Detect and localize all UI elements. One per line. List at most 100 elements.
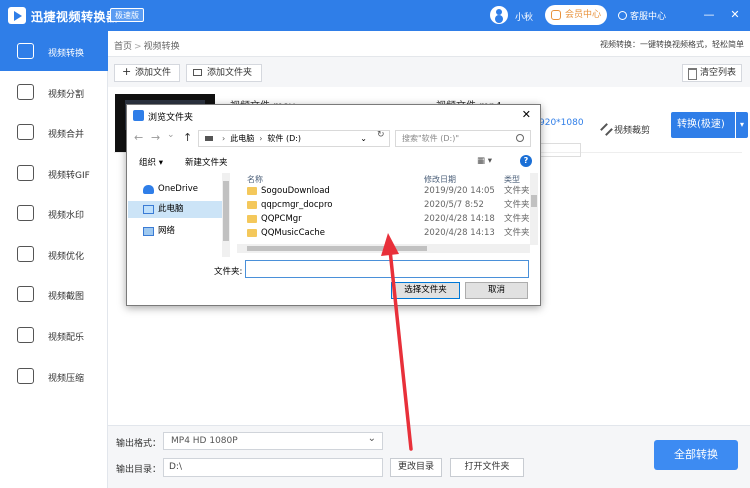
breadcrumb-separator: > xyxy=(134,42,142,52)
command-bar: 组织 ▾ 新建文件夹 ▦ ▾ ? xyxy=(127,151,540,173)
folder-date: 2020/5/7 8:52 xyxy=(424,200,484,210)
vip-center-button[interactable]: 会员中心 xyxy=(545,5,607,25)
onedrive-icon xyxy=(143,185,154,194)
minimize-button[interactable]: — xyxy=(702,8,716,22)
convert-button[interactable]: 转换(极速) xyxy=(671,112,735,138)
dialog-search-input[interactable]: 搜索"软件 (D:)" xyxy=(395,130,531,147)
output-dir-input[interactable]: D:\ xyxy=(163,458,383,477)
sidebar-item-video-optimize[interactable]: 视频优化 xyxy=(0,234,108,274)
add-file-label: 添加文件 xyxy=(135,68,172,78)
back-arrow-icon[interactable]: ← xyxy=(134,131,143,144)
organize-menu[interactable]: 组织 ▾ xyxy=(139,156,163,168)
folder-icon xyxy=(247,201,257,209)
address-bar[interactable]: › 此电脑 › 软件 (D:) ⌄ xyxy=(198,130,390,147)
new-folder-button[interactable]: 新建文件夹 xyxy=(185,156,228,168)
edition-badge: 极速版 xyxy=(110,8,144,22)
sidebar-item-video-watermark[interactable]: 视频水印 xyxy=(0,193,108,233)
video-convert-icon xyxy=(17,43,34,59)
list-item[interactable]: QQMusicCache 2020/4/28 14:13 文件夹 xyxy=(237,226,530,240)
list-item[interactable]: SogouDownload 2019/9/20 14:05 文件夹 xyxy=(237,184,530,198)
breadcrumb-current: 视频转换 xyxy=(143,42,180,52)
add-file-button[interactable]: + 添加文件 xyxy=(114,64,180,82)
user-avatar-icon[interactable] xyxy=(490,6,508,24)
refresh-icon[interactable]: ↻ xyxy=(377,130,385,140)
convert-all-button[interactable]: 全部转换 xyxy=(654,440,738,470)
tree-item-this-pc[interactable]: 此电脑 xyxy=(128,201,222,218)
list-item[interactable]: qqpcmgr_docpro 2020/5/7 8:52 文件夹 xyxy=(237,198,530,212)
folder-name-input[interactable] xyxy=(245,260,529,278)
tree-item-label: 网络 xyxy=(158,226,176,236)
sidebar-item-label: 视频截图 xyxy=(48,292,85,302)
output-format-select[interactable]: MP4 HD 1080P xyxy=(163,431,383,450)
add-folder-button[interactable]: 添加文件夹 xyxy=(186,64,262,82)
sidebar-item-label: 视频合并 xyxy=(48,130,85,140)
browse-folder-dialog: 浏览文件夹 ✕ ← → ⌄ ↑ › 此电脑 › 软件 (D:) ⌄ ↻ 搜索"软件 (D… xyxy=(126,104,541,306)
list-item[interactable]: QQPCMgr 2020/4/28 14:18 文件夹 xyxy=(237,212,530,226)
feature-tip: 视频转换：一键转换视频格式，轻松简单 xyxy=(600,40,744,49)
recent-locations-icon[interactable]: ⌄ xyxy=(167,130,175,140)
sidebar-item-video-split[interactable]: 视频分割 xyxy=(0,72,108,112)
breadcrumb-bar: 首页 > 视频转换 视频转换：一键转换视频格式，轻松简单 xyxy=(108,31,750,57)
help-icon[interactable]: ? xyxy=(520,155,532,167)
tree-scrollbar[interactable] xyxy=(222,173,230,257)
address-separator: › xyxy=(259,134,263,143)
folder-icon xyxy=(247,229,257,237)
sidebar-item-label: 视频优化 xyxy=(48,252,85,262)
sidebar-item-video-screenshot[interactable]: 视频截图 xyxy=(0,274,108,314)
sidebar-item-label: 视频水印 xyxy=(48,211,85,221)
breadcrumb-home[interactable]: 首页 xyxy=(114,42,132,52)
dialog-cancel-button[interactable]: 取消 xyxy=(465,282,528,299)
convert-dropdown-button[interactable]: ▾ xyxy=(736,112,748,138)
sidebar-item-label: 视频配乐 xyxy=(48,333,85,343)
folder-name: QQPCMgr xyxy=(261,214,302,224)
vip-center-label: 会员中心 xyxy=(565,10,602,20)
list-vertical-scrollbar[interactable] xyxy=(530,173,538,245)
customer-service-button[interactable]: 客服中心 xyxy=(618,9,666,22)
address-separator: › xyxy=(222,134,226,143)
sidebar-item-label: 视频转GIF xyxy=(48,171,90,181)
sidebar-item-video-gif[interactable]: 视频转GIF xyxy=(0,153,108,193)
sidebar-item-video-compress[interactable]: 视频压缩 xyxy=(0,356,108,396)
folder-type: 文件夹 xyxy=(504,214,530,224)
folder-icon xyxy=(247,215,257,223)
folder-icon xyxy=(247,187,257,195)
forward-arrow-icon[interactable]: → xyxy=(151,131,160,144)
video-split-icon xyxy=(17,84,34,100)
folder-date: 2019/9/20 14:05 xyxy=(424,186,495,196)
tree-item-onedrive[interactable]: OneDrive xyxy=(128,181,222,198)
bottom-bar: 输出格式： MP4 HD 1080P 输出目录： D:\ 更改目录 打开文件夹 … xyxy=(108,425,750,488)
address-segment-pc[interactable]: 此电脑 xyxy=(230,134,254,143)
up-arrow-icon[interactable]: ↑ xyxy=(183,131,192,144)
app-logo-icon xyxy=(8,7,26,24)
close-button[interactable]: ✕ xyxy=(728,8,742,22)
username[interactable]: 小秋 xyxy=(515,10,533,23)
address-dropdown-icon[interactable]: ⌄ xyxy=(360,131,367,146)
dialog-close-button[interactable]: ✕ xyxy=(522,108,531,121)
address-segment-drive[interactable]: 软件 (D:) xyxy=(267,134,301,143)
music-icon xyxy=(17,327,34,343)
tree-item-network[interactable]: 网络 xyxy=(128,223,222,240)
sidebar-item-video-music[interactable]: 视频配乐 xyxy=(0,315,108,355)
view-options-icon[interactable]: ▦ ▾ xyxy=(477,156,492,166)
sidebar: 视频转换 视频分割 视频合并 视频转GIF 视频水印 视频优化 视频截图 视频配… xyxy=(0,31,108,488)
folder-plus-icon xyxy=(193,69,202,76)
folder-name: qqpcmgr_docpro xyxy=(261,200,333,210)
gif-icon xyxy=(17,165,34,181)
change-dir-button[interactable]: 更改目录 xyxy=(390,458,442,477)
optimize-icon xyxy=(17,246,34,262)
sidebar-item-video-merge[interactable]: 视频合并 xyxy=(0,112,108,152)
folder-field-label: 文件夹: xyxy=(214,267,243,277)
sidebar-item-video-convert[interactable]: 视频转换 xyxy=(0,31,108,71)
clip-button[interactable]: 视频裁剪 xyxy=(600,123,650,136)
tree-item-label: OneDrive xyxy=(158,184,198,194)
dialog-titlebar: 浏览文件夹 ✕ xyxy=(127,105,540,127)
target-resolution: 920*1080 xyxy=(539,118,584,128)
folder-type: 文件夹 xyxy=(504,186,530,196)
clear-list-button[interactable]: 清空列表 xyxy=(681,64,742,82)
open-folder-button[interactable]: 打开文件夹 xyxy=(450,458,524,477)
list-horizontal-scrollbar[interactable] xyxy=(237,244,530,253)
screenshot-icon xyxy=(17,286,34,302)
navigation-tree: OneDrive 此电脑 网络 xyxy=(128,173,222,259)
select-folder-button[interactable]: 选择文件夹 xyxy=(391,282,460,299)
folder-name: QQMusicCache xyxy=(261,228,325,238)
